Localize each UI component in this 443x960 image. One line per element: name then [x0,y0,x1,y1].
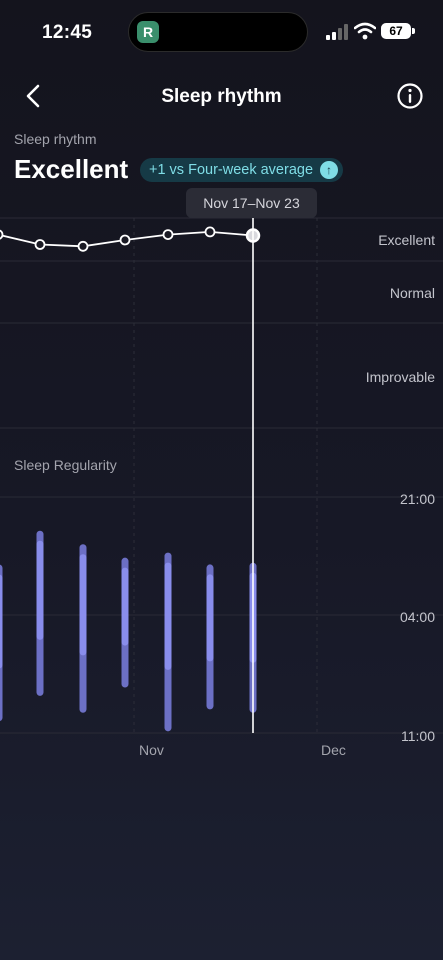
regularity-bar-core-2 [79,554,87,656]
level-label-excellent: Excellent [378,232,435,248]
time-label-2100: 21:00 [399,491,435,507]
month-label-nov: Nov [139,742,164,758]
rhythm-point-2 [77,240,89,252]
regularity-bar-core-3 [121,567,129,646]
time-label-1100: 11:00 [401,728,435,744]
level-label-improvable: Improvable [365,369,435,385]
regularity-caption: Sleep Regularity [14,457,117,473]
regularity-bar-core-0 [0,574,3,669]
regularity-bar-core-4 [164,562,172,670]
rhythm-point-3 [119,234,131,246]
rhythm-point-1 [34,239,46,250]
rhythm-point-4 [162,229,174,241]
rhythm-point-5 [204,226,216,238]
rhythm-point-0 [0,229,4,240]
month-label-dec: Dec [321,742,346,758]
regularity-bar-core-5 [206,574,214,662]
date-range-tooltip: Nov 17–Nov 23 [186,188,317,218]
regularity-bar-core-1 [36,540,44,640]
sleep-rhythm-chart[interactable] [0,0,443,960]
level-label-normal: Normal [389,285,435,301]
time-label-0400: 04:00 [399,609,435,625]
